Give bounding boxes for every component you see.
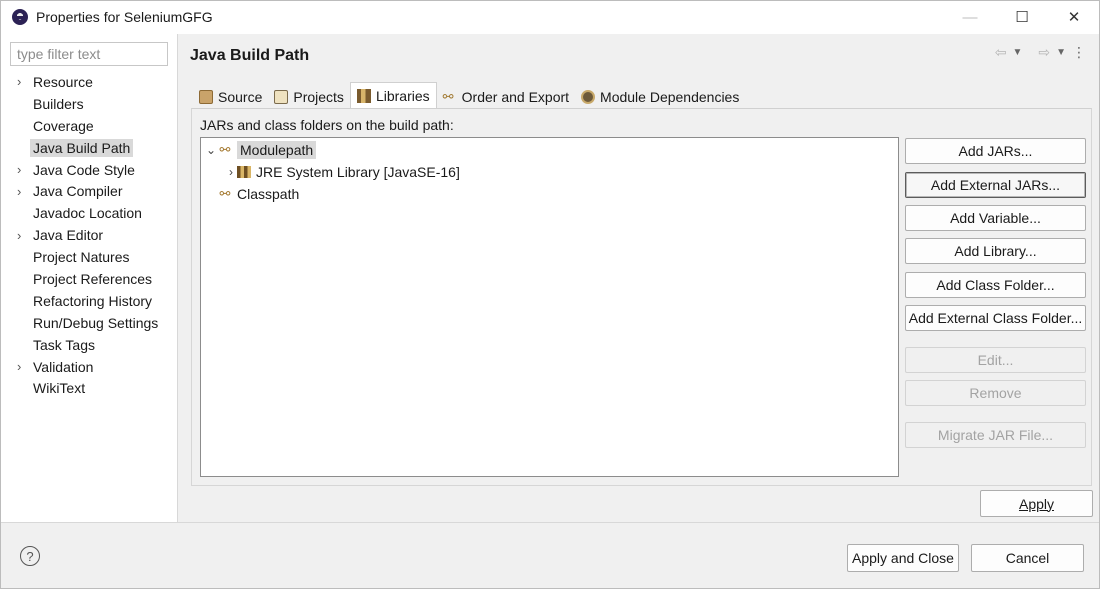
tab-projects[interactable]: Projects: [268, 84, 350, 109]
sidebar-item-label: Builders: [33, 95, 84, 112]
source-folder-icon: [199, 89, 213, 104]
sidebar-item-java-code-style[interactable]: › Java Code Style: [0, 159, 178, 181]
sidebar-item-resource[interactable]: › Resource: [0, 71, 178, 93]
tab-label: Libraries: [375, 88, 430, 104]
view-menu-icon[interactable]: ⋮: [1072, 44, 1086, 61]
libraries-tab-content: JARs and class folders on the build path…: [191, 108, 1092, 486]
add-library-button[interactable]: Add Library...: [905, 238, 1086, 264]
chevron-right-icon[interactable]: ›: [17, 185, 27, 198]
edit-button[interactable]: Edit...: [905, 347, 1086, 373]
properties-sidebar: › Resource Builders Coverage Java Build …: [0, 34, 178, 522]
chevron-down-icon[interactable]: ▼: [1056, 47, 1066, 58]
tab-source[interactable]: Source: [193, 84, 268, 109]
sidebar-item-task-tags[interactable]: Task Tags: [0, 334, 178, 356]
history-navigation: ⇦ ▼ ⇨ ▼ ⋮: [995, 44, 1086, 61]
tab-label: Order and Export: [461, 88, 570, 105]
sidebar-item-validation[interactable]: › Validation: [0, 356, 178, 378]
classpath-icon: ⚯: [219, 186, 231, 201]
add-external-jars-button[interactable]: Add External JARs...: [905, 172, 1086, 198]
sidebar-item-java-compiler[interactable]: › Java Compiler: [0, 180, 178, 202]
sidebar-item-project-references[interactable]: Project References: [0, 268, 178, 290]
sidebar-item-label: Java Compiler: [33, 183, 123, 200]
library-icon: [237, 166, 251, 178]
property-page: Java Build Path ⇦ ▼ ⇨ ▼ ⋮ Source Project…: [179, 34, 1100, 522]
sidebar-item-java-editor[interactable]: › Java Editor: [0, 224, 178, 246]
chevron-right-icon[interactable]: ›: [17, 229, 27, 242]
library-icon: [356, 89, 371, 103]
sidebar-item-label: Project References: [33, 270, 153, 287]
cancel-button[interactable]: Cancel: [971, 544, 1084, 572]
sidebar-item-wikitext[interactable]: WikiText: [0, 377, 178, 399]
add-external-class-folder-button[interactable]: Add External Class Folder...: [905, 305, 1086, 331]
module-icon: [581, 89, 596, 104]
close-button[interactable]: ✕: [1048, 0, 1100, 34]
sidebar-item-java-build-path[interactable]: Java Build Path: [0, 137, 178, 159]
tree-node-label: Modulepath: [237, 141, 317, 159]
title-bar: Properties for SeleniumGFG — ☐ ✕: [0, 0, 1100, 34]
sidebar-item-label: Java Code Style: [33, 161, 135, 178]
sidebar-item-label: Resource: [33, 73, 93, 90]
chevron-right-icon[interactable]: ›: [17, 360, 27, 373]
apply-button[interactable]: Apply: [980, 490, 1093, 517]
tab-module-dependencies[interactable]: Module Dependencies: [575, 84, 745, 109]
chevron-right-icon[interactable]: ›: [17, 75, 27, 88]
remove-button[interactable]: Remove: [905, 380, 1086, 406]
chevron-down-icon[interactable]: ⌄: [205, 143, 217, 157]
tab-libraries[interactable]: Libraries: [349, 82, 437, 109]
filter-input[interactable]: [10, 42, 168, 66]
dialog-button-bar: ? Apply and Close Cancel: [0, 522, 1100, 589]
sidebar-item-builders[interactable]: Builders: [0, 93, 178, 115]
tab-order-and-export[interactable]: ⚯ Order and Export: [437, 84, 575, 109]
apply-and-close-button[interactable]: Apply and Close: [847, 544, 959, 572]
build-path-entries-tree[interactable]: ⌄ ⚯ Modulepath › JRE System Library [Jav…: [200, 137, 899, 477]
sidebar-item-label: Validation: [33, 358, 94, 375]
sidebar-item-label: Java Build Path: [30, 138, 134, 157]
tree-node-modulepath[interactable]: ⌄ ⚯ Modulepath: [205, 139, 317, 161]
sidebar-item-label: Javadoc Location: [33, 205, 142, 222]
add-variable-button[interactable]: Add Variable...: [905, 205, 1086, 231]
sidebar-item-label: Java Editor: [33, 227, 104, 244]
forward-arrow-icon[interactable]: ⇨: [1038, 44, 1050, 61]
modulepath-icon: ⚯: [219, 142, 231, 157]
add-jars-button[interactable]: Add JARs...: [905, 138, 1086, 164]
sidebar-item-refactoring-history[interactable]: Refactoring History: [0, 290, 178, 312]
sidebar-item-label: Coverage: [33, 117, 94, 134]
chevron-right-icon[interactable]: ›: [225, 165, 237, 179]
maximize-button[interactable]: ☐: [996, 0, 1048, 34]
sidebar-item-label: WikiText: [33, 380, 86, 397]
minimize-button[interactable]: —: [944, 0, 996, 34]
sidebar-item-coverage[interactable]: Coverage: [0, 115, 178, 137]
build-path-description: JARs and class folders on the build path…: [200, 117, 454, 133]
back-arrow-icon[interactable]: ⇦: [995, 44, 1007, 61]
property-page-tree: › Resource Builders Coverage Java Build …: [0, 71, 178, 399]
tab-label: Source: [218, 88, 263, 105]
chevron-down-icon[interactable]: ▼: [1012, 47, 1022, 58]
tree-node-label: JRE System Library [JavaSE-16]: [256, 164, 460, 180]
add-class-folder-button[interactable]: Add Class Folder...: [905, 272, 1086, 298]
tab-label: Module Dependencies: [600, 88, 740, 105]
chevron-right-icon[interactable]: ›: [17, 163, 27, 176]
page-title: Java Build Path: [190, 47, 310, 64]
tab-label: Projects: [293, 88, 344, 105]
build-path-tabs: Source Projects Libraries ⚯ Order and Ex…: [193, 82, 745, 109]
sidebar-item-run-debug-settings[interactable]: Run/Debug Settings: [0, 312, 178, 334]
eclipse-app-icon: [12, 9, 28, 25]
sidebar-item-label: Refactoring History: [33, 292, 153, 309]
tree-node-label: Classpath: [237, 186, 300, 202]
sidebar-item-javadoc-location[interactable]: Javadoc Location: [0, 202, 178, 224]
projects-icon: [274, 89, 289, 104]
window-controls: — ☐ ✕: [944, 0, 1100, 34]
help-icon[interactable]: ?: [20, 546, 40, 566]
window-title: Properties for SeleniumGFG: [36, 9, 213, 25]
order-export-icon: ⚯: [442, 88, 454, 104]
sidebar-item-label: Project Natures: [33, 249, 130, 266]
sidebar-item-label: Task Tags: [33, 336, 95, 353]
sidebar-item-project-natures[interactable]: Project Natures: [0, 246, 178, 268]
sidebar-item-label: Run/Debug Settings: [33, 314, 159, 331]
tree-node-jre-system-library[interactable]: › JRE System Library [JavaSE-16]: [225, 161, 460, 183]
migrate-jar-file-button[interactable]: Migrate JAR File...: [905, 422, 1086, 448]
tree-node-classpath[interactable]: ⚯ Classpath: [217, 183, 300, 205]
